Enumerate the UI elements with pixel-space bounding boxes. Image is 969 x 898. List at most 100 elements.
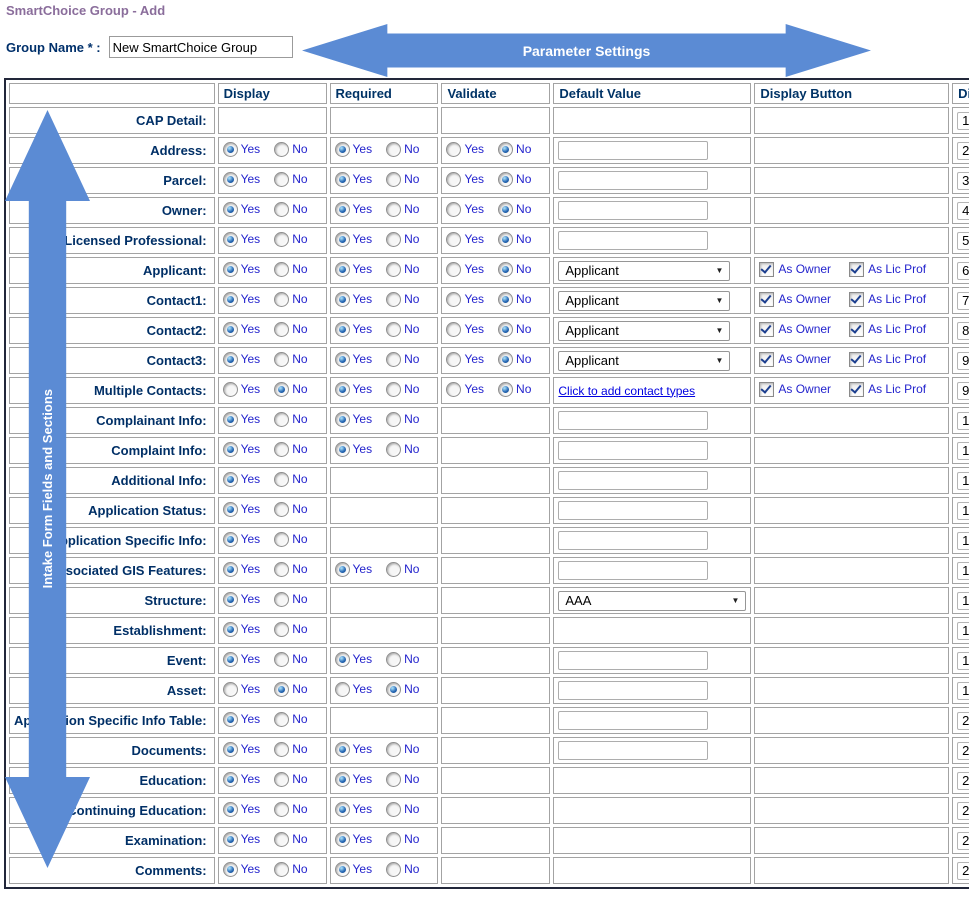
radio-option-no[interactable]: No [274, 382, 307, 397]
radio-option-yes[interactable]: Yes [446, 232, 484, 247]
default-value-input[interactable] [558, 171, 708, 190]
default-value-input[interactable] [558, 141, 708, 160]
radio-option-no[interactable]: No [274, 442, 307, 457]
radio-yes-icon[interactable] [223, 472, 238, 487]
checkbox-icon[interactable] [759, 382, 774, 397]
display-order-input[interactable] [957, 502, 969, 520]
radio-no-icon[interactable] [498, 202, 513, 217]
radio-option-no[interactable]: No [274, 502, 307, 517]
radio-yes-icon[interactable] [335, 172, 350, 187]
radio-option-yes[interactable]: Yes [446, 142, 484, 157]
radio-no-icon[interactable] [274, 832, 289, 847]
radio-option-yes[interactable]: Yes [335, 412, 373, 427]
radio-option-yes[interactable]: Yes [223, 592, 261, 607]
radio-yes-icon[interactable] [335, 862, 350, 877]
radio-yes-icon[interactable] [446, 352, 461, 367]
display-order-input[interactable] [957, 322, 969, 340]
radio-option-no[interactable]: No [274, 262, 307, 277]
radio-option-no[interactable]: No [386, 832, 419, 847]
radio-yes-icon[interactable] [335, 832, 350, 847]
radio-option-no[interactable]: No [386, 772, 419, 787]
radio-option-yes[interactable]: Yes [335, 352, 373, 367]
default-value-input[interactable] [558, 531, 708, 550]
radio-option-no[interactable]: No [274, 832, 307, 847]
radio-option-no[interactable]: No [386, 142, 419, 157]
radio-no-icon[interactable] [274, 712, 289, 727]
radio-no-icon[interactable] [386, 202, 401, 217]
radio-yes-icon[interactable] [223, 622, 238, 637]
radio-no-icon[interactable] [274, 772, 289, 787]
radio-no-icon[interactable] [386, 682, 401, 697]
default-value-input[interactable] [558, 231, 708, 250]
radio-no-icon[interactable] [386, 772, 401, 787]
radio-option-yes[interactable]: Yes [223, 202, 261, 217]
radio-option-no[interactable]: No [386, 412, 419, 427]
radio-no-icon[interactable] [498, 262, 513, 277]
radio-no-icon[interactable] [386, 262, 401, 277]
radio-yes-icon[interactable] [223, 862, 238, 877]
radio-no-icon[interactable] [386, 322, 401, 337]
default-value-select[interactable]: Applicant▼ [558, 351, 730, 371]
radio-no-icon[interactable] [274, 442, 289, 457]
radio-option-yes[interactable]: Yes [446, 262, 484, 277]
radio-option-yes[interactable]: Yes [335, 652, 373, 667]
radio-no-icon[interactable] [274, 502, 289, 517]
radio-option-no[interactable]: No [274, 772, 307, 787]
radio-yes-icon[interactable] [223, 442, 238, 457]
radio-option-yes[interactable]: Yes [335, 172, 373, 187]
radio-option-yes[interactable]: Yes [223, 862, 261, 877]
radio-option-no[interactable]: No [274, 592, 307, 607]
radio-yes-icon[interactable] [335, 292, 350, 307]
radio-no-icon[interactable] [498, 172, 513, 187]
radio-yes-icon[interactable] [446, 142, 461, 157]
radio-option-no[interactable]: No [274, 712, 307, 727]
radio-option-yes[interactable]: Yes [446, 382, 484, 397]
radio-yes-icon[interactable] [223, 742, 238, 757]
radio-no-icon[interactable] [386, 412, 401, 427]
radio-option-yes[interactable]: Yes [223, 322, 261, 337]
display-order-input[interactable] [957, 832, 969, 850]
radio-option-no[interactable]: No [386, 202, 419, 217]
radio-option-yes[interactable]: Yes [223, 172, 261, 187]
display-order-input[interactable] [957, 532, 969, 550]
radio-option-yes[interactable]: Yes [223, 442, 261, 457]
radio-option-no[interactable]: No [274, 562, 307, 577]
radio-option-yes[interactable]: Yes [223, 742, 261, 757]
radio-option-no[interactable]: No [386, 352, 419, 367]
radio-option-no[interactable]: No [274, 532, 307, 547]
radio-no-icon[interactable] [274, 682, 289, 697]
checkbox-icon[interactable] [759, 352, 774, 367]
radio-option-no[interactable]: No [386, 322, 419, 337]
radio-option-no[interactable]: No [274, 202, 307, 217]
radio-option-yes[interactable]: Yes [335, 262, 373, 277]
radio-option-no[interactable]: No [498, 322, 531, 337]
radio-option-no[interactable]: No [274, 322, 307, 337]
radio-option-no[interactable]: No [386, 382, 419, 397]
radio-no-icon[interactable] [274, 292, 289, 307]
add-contact-types-link[interactable]: Click to add contact types [558, 384, 695, 398]
radio-option-yes[interactable]: Yes [223, 262, 261, 277]
radio-option-no[interactable]: No [386, 232, 419, 247]
radio-yes-icon[interactable] [446, 262, 461, 277]
checkbox-option[interactable]: As Lic Prof [849, 292, 926, 307]
radio-option-no[interactable]: No [386, 172, 419, 187]
radio-no-icon[interactable] [274, 382, 289, 397]
display-order-input[interactable] [957, 232, 969, 250]
checkbox-icon[interactable] [759, 292, 774, 307]
radio-option-yes[interactable]: Yes [223, 412, 261, 427]
radio-option-yes[interactable]: Yes [335, 202, 373, 217]
radio-no-icon[interactable] [386, 352, 401, 367]
radio-option-yes[interactable]: Yes [335, 772, 373, 787]
display-order-input[interactable] [957, 652, 969, 670]
radio-option-yes[interactable]: Yes [335, 232, 373, 247]
radio-yes-icon[interactable] [335, 352, 350, 367]
display-order-input[interactable] [957, 802, 969, 820]
radio-option-yes[interactable]: Yes [335, 292, 373, 307]
radio-yes-icon[interactable] [446, 202, 461, 217]
radio-no-icon[interactable] [498, 232, 513, 247]
display-order-input[interactable] [957, 142, 969, 160]
radio-option-yes[interactable]: Yes [335, 562, 373, 577]
radio-yes-icon[interactable] [223, 772, 238, 787]
checkbox-icon[interactable] [849, 262, 864, 277]
radio-option-no[interactable]: No [498, 202, 531, 217]
